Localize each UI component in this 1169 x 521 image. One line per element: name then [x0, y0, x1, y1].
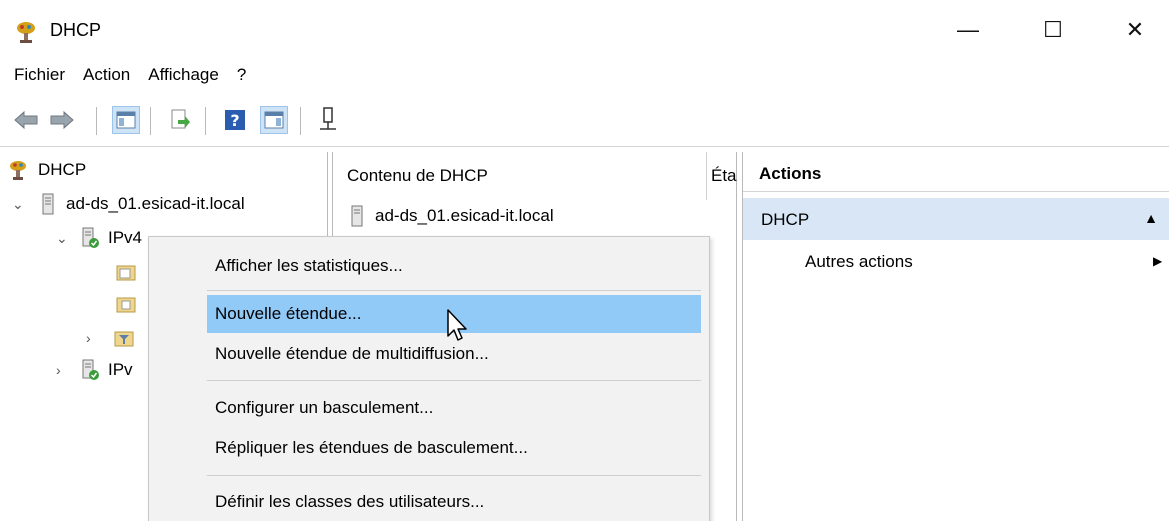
ctx-separator	[207, 380, 701, 381]
menu-bar: Fichier Action Affichage ?	[0, 60, 255, 90]
filter-icon	[114, 331, 134, 347]
tree-item-ipv6[interactable]: › IPv	[56, 356, 133, 384]
ctx-separator	[207, 475, 701, 476]
ctx-show-statistics[interactable]: Afficher les statistiques...	[207, 247, 701, 285]
svg-text:?: ?	[230, 111, 239, 130]
content-label-server: ad-ds_01.esicad-it.local	[375, 206, 554, 225]
folder-icon	[116, 297, 136, 313]
ctx-configure-failover[interactable]: Configurer un basculement...	[207, 389, 701, 427]
close-button[interactable]: ✕	[1112, 10, 1158, 50]
menu-help[interactable]: ?	[228, 65, 255, 85]
show-hide-action-pane-icon[interactable]	[260, 106, 288, 134]
back-arrow-icon[interactable]	[12, 106, 40, 134]
minimize-button[interactable]: —	[945, 10, 991, 50]
actions-item-more[interactable]: Autres actions	[805, 252, 913, 272]
ipv6-node-icon	[82, 359, 99, 380]
toolbar: ?	[0, 97, 1169, 147]
tree-item-ipv4[interactable]: ⌄ IPv4	[56, 224, 142, 252]
maximize-button[interactable]: ☐	[1030, 10, 1076, 50]
tree-label-server: ad-ds_01.esicad-it.local	[66, 194, 245, 213]
title-bar: DHCP — ☐ ✕	[0, 0, 1169, 58]
column-header-name[interactable]: Contenu de DHCP	[347, 166, 488, 186]
actions-pane: Actions DHCP ▲ Autres actions ▶	[742, 152, 1169, 521]
ctx-define-user-classes[interactable]: Définir les classes des utilisateurs...	[207, 483, 701, 521]
actions-section-label: DHCP	[761, 210, 810, 229]
tree-item-server[interactable]: ⌄ ad-ds_01.esicad-it.local	[12, 190, 245, 218]
chevron-right-icon[interactable]: ›	[56, 362, 70, 378]
content-row-server[interactable]: ad-ds_01.esicad-it.local	[347, 202, 554, 230]
actions-header: Actions	[743, 152, 1169, 192]
server-node-icon	[42, 193, 54, 215]
chevron-right-icon[interactable]: ›	[86, 330, 100, 346]
ipv4-node-icon	[82, 227, 99, 248]
dhcp-app-icon	[17, 22, 35, 43]
server-icon[interactable]	[314, 106, 342, 134]
menu-file[interactable]: Fichier	[0, 65, 74, 85]
ctx-replicate-failover[interactable]: Répliquer les étendues de basculement...	[207, 429, 701, 467]
ctx-separator	[207, 290, 701, 291]
column-divider[interactable]	[706, 152, 707, 200]
collapse-triangle-icon[interactable]: ▲	[1144, 210, 1158, 226]
submenu-arrow-icon[interactable]: ▶	[1153, 254, 1162, 268]
menu-view[interactable]: Affichage	[139, 65, 228, 85]
actions-section-dhcp[interactable]: DHCP ▲	[743, 198, 1169, 240]
export-list-icon[interactable]	[166, 106, 194, 134]
tree-label-dhcp: DHCP	[38, 160, 87, 179]
tree-item-dhcp-root[interactable]: DHCP	[8, 156, 86, 184]
dhcp-icon	[10, 161, 26, 180]
help-icon[interactable]: ?	[221, 106, 249, 134]
context-menu: Afficher les statistiques... Nouvelle ét…	[148, 236, 710, 521]
forward-arrow-icon[interactable]	[48, 106, 76, 134]
folder-icon	[116, 265, 136, 281]
tree-label-ipv6: IPv	[108, 360, 133, 379]
column-header-status[interactable]: Éta	[711, 166, 737, 186]
server-node-icon	[351, 205, 363, 227]
show-hide-tree-icon[interactable]	[112, 106, 140, 134]
chevron-down-icon[interactable]: ⌄	[56, 230, 70, 247]
tree-item-child-2[interactable]	[116, 290, 144, 318]
tree-item-child-1[interactable]	[116, 258, 144, 286]
tree-label-ipv4: IPv4	[108, 228, 143, 247]
window-title: DHCP	[50, 20, 102, 40]
chevron-down-icon[interactable]: ⌄	[12, 196, 26, 213]
mouse-cursor-icon	[447, 309, 467, 341]
tree-item-child-3[interactable]: ›	[86, 324, 142, 352]
menu-action[interactable]: Action	[74, 65, 139, 85]
